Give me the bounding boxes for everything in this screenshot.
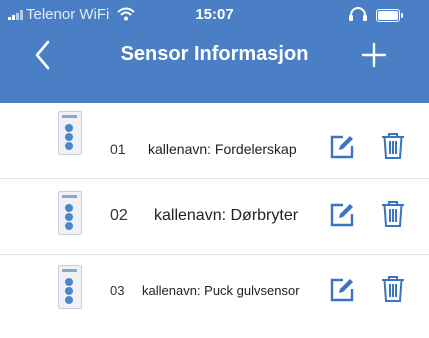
app-header: Telenor WiFi 15:07 Sensor Informasjon — [0, 0, 429, 103]
battery-icon — [376, 9, 403, 22]
edit-icon[interactable] — [329, 134, 355, 160]
sensor-row[interactable]: 03 kallenavn: Puck gulvsensor — [0, 255, 429, 330]
sensor-nickname: kallenavn: Dørbryter — [154, 207, 299, 224]
trash-icon[interactable] — [381, 132, 405, 160]
sensor-device-icon — [58, 111, 82, 155]
add-sensor-button[interactable] — [354, 36, 394, 76]
sensor-number: 03 — [110, 283, 125, 298]
edit-icon[interactable] — [329, 202, 355, 228]
sensor-nickname: kallenavn: Fordelerskap — [148, 141, 297, 157]
edit-icon[interactable] — [329, 277, 355, 303]
sensor-number: 02 — [110, 207, 128, 224]
sensor-row[interactable]: 01 kallenavn: Fordelerskap — [0, 103, 429, 179]
sensor-row[interactable]: 02 kallenavn: Dørbryter — [0, 179, 429, 255]
sensor-device-icon — [58, 191, 82, 235]
headphones-icon — [349, 7, 367, 21]
sensor-list: 01 kallenavn: Fordelerskap 02 kallenavn:… — [0, 103, 429, 330]
sensor-number: 01 — [110, 141, 126, 157]
sensor-device-icon — [58, 265, 82, 309]
trash-icon[interactable] — [381, 200, 405, 228]
status-bar: Telenor WiFi 15:07 — [0, 0, 429, 30]
plus-icon — [361, 42, 387, 68]
trash-icon[interactable] — [381, 275, 405, 303]
sensor-nickname: kallenavn: Puck gulvsensor — [142, 283, 300, 298]
